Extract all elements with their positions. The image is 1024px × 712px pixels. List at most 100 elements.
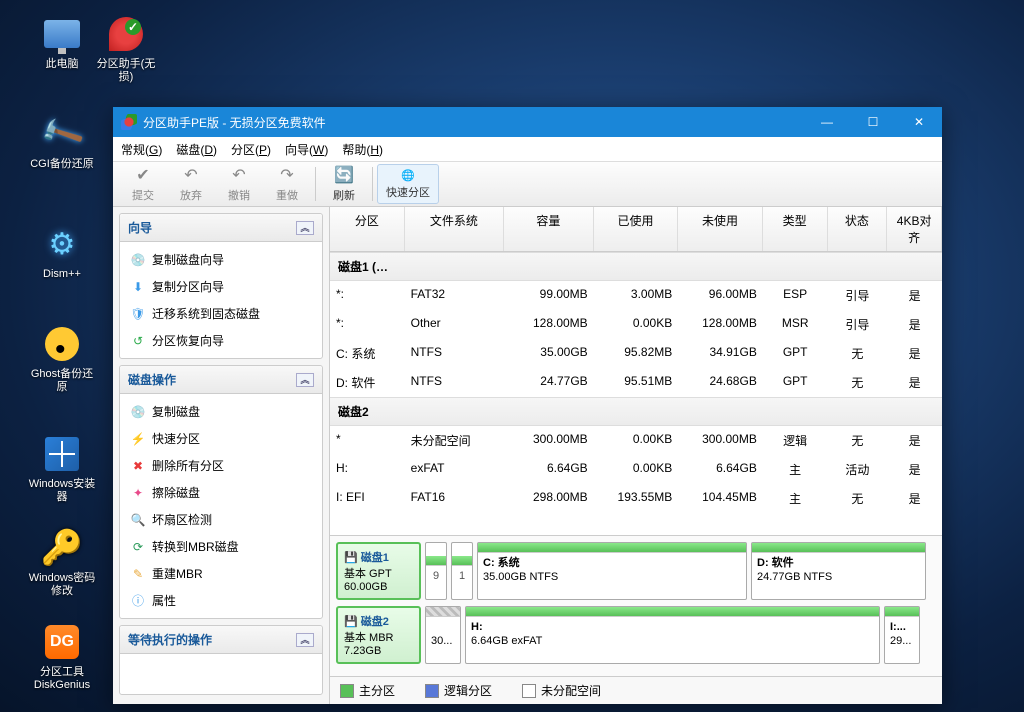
action-属性[interactable]: ⓘ属性 — [120, 587, 322, 614]
collapse-icon[interactable]: ︽ — [296, 221, 314, 235]
panel-header[interactable]: 磁盘操作︽ — [120, 366, 322, 394]
disk-info[interactable]: 💾磁盘2基本 MBR7.23GB — [336, 606, 421, 664]
col-状态[interactable]: 状态 — [828, 207, 888, 251]
cell: *: — [330, 285, 405, 306]
col-4KB对齐[interactable]: 4KB对齐 — [887, 207, 942, 251]
col-类型[interactable]: 类型 — [763, 207, 828, 251]
maximize-button[interactable]: ☐ — [850, 107, 896, 137]
tbtn-重做[interactable]: ↷重做 — [263, 163, 311, 205]
legend: 主分区逻辑分区未分配空间 — [330, 676, 942, 704]
cell: 99.00MB — [504, 285, 594, 306]
tbtn-放弃[interactable]: ↶放弃 — [167, 163, 215, 205]
disk-row: 💾磁盘2基本 MBR7.23GB30...H:6.64GB exFATI:...… — [336, 606, 936, 664]
cell: 0.00KB — [594, 430, 679, 451]
minimize-button[interactable]: ― — [804, 107, 850, 137]
desktop-icon-rg[interactable]: 分区助手(无损) — [92, 14, 160, 84]
cell: exFAT — [405, 459, 504, 480]
cell: 是 — [887, 459, 942, 480]
swatch-icon — [522, 684, 536, 698]
cell: 引导 — [828, 285, 888, 306]
col-分区[interactable]: 分区 — [330, 207, 405, 251]
desktop-icon-key[interactable]: 🔑Windows密码修改 — [28, 528, 96, 598]
action-icon: 💿 — [130, 252, 146, 268]
collapse-icon[interactable]: ︽ — [296, 373, 314, 387]
table-row[interactable]: H:exFAT6.64GB0.00KB6.64GB主活动是 — [330, 455, 942, 484]
cell: 是 — [887, 488, 942, 509]
cell: 24.68GB — [678, 372, 763, 393]
legend-item: 未分配空间 — [522, 682, 601, 699]
disk-group[interactable]: 磁盘2 — [330, 397, 942, 426]
desktop-icon-pc[interactable]: 此电脑 — [28, 14, 96, 71]
col-未使用[interactable]: 未使用 — [678, 207, 763, 251]
table-row[interactable]: *未分配空间300.00MB0.00KB300.00MB逻辑无是 — [330, 426, 942, 455]
partition-slot[interactable]: 30... — [425, 606, 461, 664]
撤销-icon: ↶ — [232, 165, 245, 185]
cell: 35.00GB — [504, 343, 594, 364]
desktop-icon-win[interactable]: Windows安装器 — [28, 434, 96, 504]
table-row[interactable]: C: 系统NTFS35.00GB95.82MB34.91GBGPT无是 — [330, 339, 942, 368]
disk-icon: 💾 — [344, 615, 358, 628]
disk-info[interactable]: 💾磁盘1基本 GPT60.00GB — [336, 542, 421, 600]
action-坏扇区检测[interactable]: 🔍坏扇区检测 — [120, 506, 322, 533]
desktop-icon-duck[interactable]: Ghost备份还原 — [28, 324, 96, 394]
tbtn-提交[interactable]: ✔提交 — [119, 163, 167, 205]
action-label: 迁移系统到固态磁盘 — [152, 305, 260, 322]
action-复制磁盘向导[interactable]: 💿 复制磁盘向导 — [120, 246, 322, 273]
table-row[interactable]: *:Other128.00MB0.00KB128.00MBMSR引导是 — [330, 310, 942, 339]
cell: NTFS — [405, 372, 504, 393]
提交-icon: ✔ — [136, 165, 149, 185]
menu-磁盘d[interactable]: 磁盘(D) — [176, 141, 217, 158]
action-快速分区[interactable]: ⚡快速分区 — [120, 425, 322, 452]
desktop-icon-hammer[interactable]: 🔨CGI备份还原 — [28, 114, 96, 171]
cell: 34.91GB — [678, 343, 763, 364]
menu-常规g[interactable]: 常规(G) — [121, 141, 162, 158]
partition-slot[interactable]: H:6.64GB exFAT — [465, 606, 880, 664]
action-删除所有分区[interactable]: ✖删除所有分区 — [120, 452, 322, 479]
tbtn-刷新[interactable]: 🔄刷新 — [320, 163, 368, 205]
cell: 是 — [887, 372, 942, 393]
desktop-icon-gear[interactable]: ⚙Dism++ — [28, 224, 96, 281]
panel-header[interactable]: 向导︽ — [120, 214, 322, 242]
action-复制分区向导[interactable]: ⬇复制分区向导 — [120, 273, 322, 300]
titlebar[interactable]: 分区助手PE版 - 无损分区免费软件 ― ☐ ✕ — [113, 107, 942, 137]
table-row[interactable]: D: 软件NTFS24.77GB95.51MB24.68GBGPT无是 — [330, 368, 942, 397]
action-icon: 💿 — [130, 404, 146, 420]
action-复制磁盘[interactable]: 💿复制磁盘 — [120, 398, 322, 425]
close-button[interactable]: ✕ — [896, 107, 942, 137]
panel-header[interactable]: 等待执行的操作︽ — [120, 626, 322, 654]
action-label: 复制磁盘向导 — [152, 251, 224, 268]
action-icon: ⟳ — [130, 539, 146, 555]
menu-分区p[interactable]: 分区(P) — [231, 141, 271, 158]
collapse-icon[interactable]: ︽ — [296, 633, 314, 647]
action-重建MBR[interactable]: ✎重建MBR — [120, 560, 322, 587]
tbtn-快速分区[interactable]: 🌐快速分区 — [377, 164, 439, 204]
action-icon: 🛡 — [130, 306, 146, 322]
partition-slot[interactable]: D: 软件24.77GB NTFS — [751, 542, 926, 600]
col-已使用[interactable]: 已使用 — [594, 207, 679, 251]
desktop-icon-dg[interactable]: DG分区工具DiskGenius — [28, 622, 96, 692]
action-分区恢复向导[interactable]: ↺分区恢复向导 — [120, 327, 322, 354]
tbtn-撤销[interactable]: ↶撤销 — [215, 163, 263, 205]
cell: C: 系统 — [330, 343, 405, 364]
partition-slot[interactable]: 1 — [451, 542, 473, 600]
action-转换到MBR磁盘[interactable]: ⟳转换到MBR磁盘 — [120, 533, 322, 560]
快速分区-icon: 🌐 — [401, 169, 415, 182]
table-row[interactable]: *:FAT3299.00MB3.00MB96.00MBESP引导是 — [330, 281, 942, 310]
menu-向导w[interactable]: 向导(W) — [285, 141, 328, 158]
partition-slot[interactable]: 9 — [425, 542, 447, 600]
cell: 无 — [828, 488, 888, 509]
disk-group[interactable]: 磁盘1 (… — [330, 252, 942, 281]
partition-slot[interactable]: I:...29... — [884, 606, 920, 664]
col-容量[interactable]: 容量 — [504, 207, 594, 251]
cell: 300.00MB — [504, 430, 594, 451]
partition-slot[interactable]: C: 系统35.00GB NTFS — [477, 542, 747, 600]
action-迁移系统到固态磁盘[interactable]: 🛡 迁移系统到固态磁盘 — [120, 300, 322, 327]
cell: 是 — [887, 285, 942, 306]
cell: D: 软件 — [330, 372, 405, 393]
action-擦除磁盘[interactable]: ✦擦除磁盘 — [120, 479, 322, 506]
cell: * — [330, 430, 405, 451]
menu-帮助h[interactable]: 帮助(H) — [342, 141, 383, 158]
col-文件系统[interactable]: 文件系统 — [405, 207, 504, 251]
cell: 128.00MB — [504, 314, 594, 335]
table-row[interactable]: I: EFIFAT16298.00MB193.55MB104.45MB主无是 — [330, 484, 942, 513]
